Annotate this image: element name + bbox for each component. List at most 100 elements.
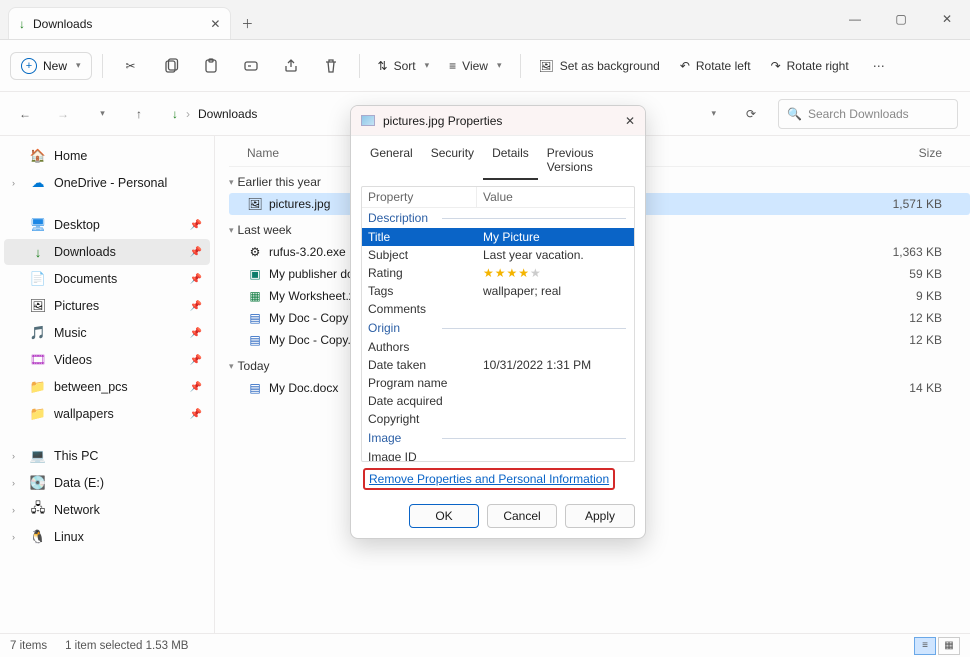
chevron-right-icon[interactable]: › xyxy=(12,478,22,488)
chevron-down-icon: ▾ xyxy=(497,60,502,71)
breadcrumb-segment[interactable]: Downloads xyxy=(198,107,257,121)
share-icon[interactable] xyxy=(273,48,309,84)
sidebar-item-this-pc[interactable]: ›💻This PC xyxy=(4,443,210,469)
apply-button[interactable]: Apply xyxy=(565,504,635,528)
explorer-tab[interactable]: ↓ Downloads ✕ xyxy=(8,7,231,39)
more-icon[interactable]: ⋯ xyxy=(861,48,897,84)
view-button[interactable]: ≡ View ▾ xyxy=(441,54,509,78)
divider xyxy=(102,54,103,78)
pin-icon: 📌 xyxy=(190,247,202,258)
tab-details[interactable]: Details xyxy=(483,142,538,180)
property-key: Title xyxy=(362,228,477,246)
col-property[interactable]: Property xyxy=(362,187,477,207)
up-button[interactable]: ↑ xyxy=(126,101,152,127)
paste-icon[interactable] xyxy=(193,48,229,84)
property-row[interactable]: Rating★★★★★ xyxy=(362,264,634,282)
rename-icon[interactable] xyxy=(233,48,269,84)
close-icon[interactable]: ✕ xyxy=(210,17,220,31)
property-row[interactable]: Tagswallpaper; real xyxy=(362,282,634,300)
chevron-down-icon: ▾ xyxy=(229,225,234,236)
recent-locations-button[interactable]: ▾ xyxy=(88,101,114,127)
forward-button[interactable]: → xyxy=(50,101,76,127)
column-header-size[interactable]: Size xyxy=(870,146,970,160)
property-value xyxy=(477,300,634,318)
sidebar-item-documents[interactable]: 📄Documents📌 xyxy=(4,266,210,292)
chevron-right-icon[interactable]: › xyxy=(12,505,22,515)
new-tab-button[interactable]: ＋ xyxy=(231,7,263,39)
property-value xyxy=(477,374,634,392)
properties-dialog: pictures.jpg Properties ✕ General Securi… xyxy=(350,105,646,539)
command-toolbar: + New ▾ ✂ ⇅ Sort ▾ ≡ View ▾ 🖼 Set as bac… xyxy=(0,40,970,92)
set-background-button[interactable]: 🖼 Set as background xyxy=(531,54,668,78)
tab-previous-versions[interactable]: Previous Versions xyxy=(538,142,635,180)
property-row[interactable]: Date acquired xyxy=(362,392,634,410)
search-input[interactable]: 🔍 Search Downloads xyxy=(778,99,958,129)
sidebar-item-linux[interactable]: ›🐧Linux xyxy=(4,524,210,550)
maximize-button[interactable]: ▢ xyxy=(878,0,924,39)
property-row[interactable]: Date taken10/31/2022 1:31 PM xyxy=(362,356,634,374)
chevron-right-icon[interactable]: › xyxy=(12,451,22,461)
dialog-tabs: General Security Details Previous Versio… xyxy=(351,136,645,180)
col-value[interactable]: Value xyxy=(477,187,519,207)
property-row[interactable]: TitleMy Picture xyxy=(362,228,634,246)
excel-file-icon: ▦ xyxy=(247,288,263,304)
remove-properties-link[interactable]: Remove Properties and Personal Informati… xyxy=(369,472,609,486)
chevron-down-icon: ▾ xyxy=(76,60,81,71)
copy-icon[interactable] xyxy=(153,48,189,84)
sidebar-item-home[interactable]: 🏠Home xyxy=(4,143,210,169)
minimize-button[interactable]: — xyxy=(832,0,878,39)
search-placeholder: Search Downloads xyxy=(808,107,909,121)
file-size: 14 KB xyxy=(870,381,970,395)
sidebar-item-downloads[interactable]: ↓Downloads📌 xyxy=(4,239,210,265)
delete-icon[interactable] xyxy=(313,48,349,84)
pin-icon: 📌 xyxy=(190,220,202,231)
thumbnails-view-button[interactable]: ▦ xyxy=(938,637,960,655)
properties-body[interactable]: Description TitleMy Picture SubjectLast … xyxy=(362,208,634,461)
details-view-button[interactable]: ≡ xyxy=(914,637,936,655)
sidebar-item-data-e[interactable]: ›💽Data (E:) xyxy=(4,470,210,496)
sidebar-item-desktop[interactable]: 🖥Desktop📌 xyxy=(4,212,210,238)
dialog-title: pictures.jpg Properties xyxy=(383,114,502,128)
status-selection: 1 item selected 1.53 MB xyxy=(65,640,188,652)
cut-icon[interactable]: ✂ xyxy=(113,48,149,84)
word-file-icon: ▤ xyxy=(247,310,263,326)
property-row[interactable]: Comments xyxy=(362,300,634,318)
dialog-titlebar[interactable]: pictures.jpg Properties ✕ xyxy=(351,106,645,136)
sidebar-item-videos[interactable]: 🎞Videos📌 xyxy=(4,347,210,373)
chevron-down-icon[interactable]: ▾ xyxy=(711,108,716,119)
close-window-button[interactable]: ✕ xyxy=(924,0,970,39)
chevron-down-icon: ▾ xyxy=(425,60,430,71)
file-size: 9 KB xyxy=(870,289,970,303)
close-icon[interactable]: ✕ xyxy=(625,114,635,128)
ok-button[interactable]: OK xyxy=(409,504,479,528)
sidebar-item-between-pcs[interactable]: 📁between_pcs📌 xyxy=(4,374,210,400)
sidebar-item-music[interactable]: 🎵Music📌 xyxy=(4,320,210,346)
drive-icon: 💽 xyxy=(30,475,46,491)
sort-button[interactable]: ⇅ Sort ▾ xyxy=(370,54,438,78)
cancel-button[interactable]: Cancel xyxy=(487,504,557,528)
pin-icon: 📌 xyxy=(190,382,202,393)
chevron-right-icon: › xyxy=(186,107,190,121)
chevron-right-icon[interactable]: › xyxy=(12,178,22,188)
sidebar-item-network[interactable]: ›🖧Network xyxy=(4,497,210,523)
new-button[interactable]: + New ▾ xyxy=(10,52,92,80)
property-row[interactable]: Image ID xyxy=(362,448,634,461)
property-row[interactable]: Copyright xyxy=(362,410,634,428)
tab-general[interactable]: General xyxy=(361,142,422,180)
back-button[interactable]: ← xyxy=(12,101,38,127)
sidebar-item-wallpapers[interactable]: 📁wallpapers📌 xyxy=(4,401,210,427)
property-value xyxy=(477,410,634,428)
property-value xyxy=(477,448,634,461)
rotate-left-label: Rotate left xyxy=(696,59,751,73)
rotate-left-button[interactable]: ↶ Rotate left xyxy=(672,54,759,78)
rotate-right-button[interactable]: ↷ Rotate right xyxy=(763,54,857,78)
tab-security[interactable]: Security xyxy=(422,142,483,180)
sidebar-item-onedrive[interactable]: ›☁OneDrive - Personal xyxy=(4,170,210,196)
sidebar-item-pictures[interactable]: 🖼Pictures📌 xyxy=(4,293,210,319)
property-row[interactable]: Program name xyxy=(362,374,634,392)
chevron-right-icon[interactable]: › xyxy=(12,532,22,542)
refresh-button[interactable]: ⟳ xyxy=(736,99,766,129)
property-row[interactable]: SubjectLast year vacation. xyxy=(362,246,634,264)
property-row[interactable]: Authors xyxy=(362,338,634,356)
folder-icon: 📁 xyxy=(30,379,46,395)
